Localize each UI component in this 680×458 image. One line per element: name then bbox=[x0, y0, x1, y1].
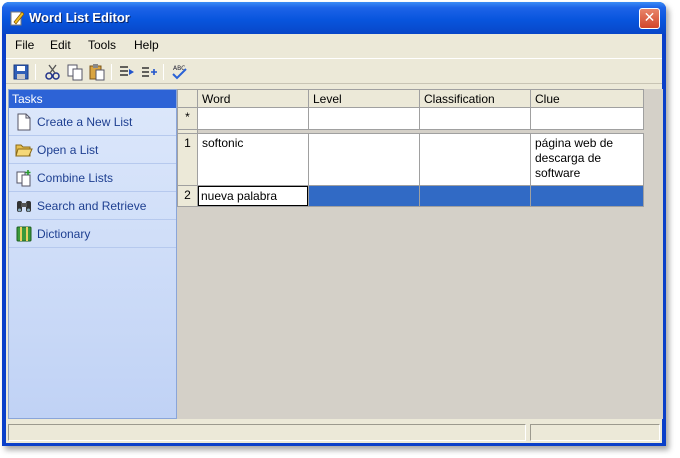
task-label: Create a New List bbox=[37, 115, 133, 129]
word-grid-area: Word Level Classification Clue * 1 softo… bbox=[177, 89, 663, 419]
task-search-and-retrieve[interactable]: Search and Retrieve bbox=[9, 192, 176, 220]
menu-file[interactable]: File bbox=[15, 38, 34, 52]
grid-cell[interactable] bbox=[308, 107, 420, 130]
insert-row-icon[interactable] bbox=[140, 63, 158, 81]
task-label: Search and Retrieve bbox=[37, 199, 147, 213]
column-header-classification[interactable]: Classification bbox=[419, 89, 531, 108]
task-dictionary[interactable]: Dictionary bbox=[9, 220, 176, 248]
cell-clue[interactable] bbox=[530, 185, 644, 207]
column-header-level[interactable]: Level bbox=[308, 89, 420, 108]
combine-icon bbox=[16, 170, 31, 187]
toolbar-separator bbox=[111, 64, 112, 80]
status-pane-main bbox=[8, 424, 526, 441]
cell-classification[interactable] bbox=[419, 185, 531, 207]
grid-cell[interactable] bbox=[197, 107, 309, 130]
cell-editor-input[interactable]: nueva palabra bbox=[198, 186, 308, 206]
close-icon: ✕ bbox=[643, 10, 656, 26]
menu-edit[interactable]: Edit bbox=[50, 38, 71, 52]
cell-classification[interactable] bbox=[419, 133, 531, 186]
column-header-clue[interactable]: Clue bbox=[530, 89, 644, 108]
cell-level[interactable] bbox=[308, 185, 420, 207]
column-header-word[interactable]: Word bbox=[197, 89, 309, 108]
tasks-panel: Tasks Create a New List Open a List Comb… bbox=[8, 89, 177, 419]
cell-clue[interactable]: página web de descarga de software bbox=[530, 133, 644, 186]
window-title: Word List Editor bbox=[29, 10, 130, 25]
task-label: Open a List bbox=[37, 143, 99, 157]
save-icon[interactable] bbox=[12, 63, 30, 81]
app-pencil-icon bbox=[10, 11, 24, 26]
table-row-selected: 2 nueva palabra bbox=[177, 185, 644, 207]
open-folder-icon bbox=[15, 144, 33, 157]
toolbar-separator bbox=[35, 64, 36, 80]
paste-icon[interactable] bbox=[88, 63, 106, 81]
task-label: Combine Lists bbox=[37, 171, 114, 185]
task-open-list[interactable]: Open a List bbox=[9, 136, 176, 164]
move-right-icon[interactable] bbox=[118, 63, 136, 81]
cell-word[interactable]: nueva palabra bbox=[197, 185, 309, 207]
tasks-header: Tasks bbox=[9, 90, 176, 108]
toolbar-separator bbox=[163, 64, 164, 80]
grid-cell[interactable] bbox=[530, 107, 644, 130]
cell-level[interactable] bbox=[308, 133, 420, 186]
status-bar bbox=[6, 421, 662, 443]
book-icon bbox=[16, 226, 32, 242]
task-label: Dictionary bbox=[37, 227, 91, 241]
header-row: Word Level Classification Clue bbox=[177, 89, 644, 108]
menu-bar: File Edit Tools Help bbox=[6, 34, 662, 56]
cell-word[interactable]: softonic bbox=[197, 133, 309, 186]
word-grid: Word Level Classification Clue * 1 softo… bbox=[177, 89, 644, 207]
title-bar[interactable]: Word List Editor ✕ bbox=[2, 2, 666, 34]
window-client: File Edit Tools Help ABC Tasks Create a … bbox=[6, 34, 663, 443]
new-document-icon bbox=[17, 113, 31, 131]
close-button[interactable]: ✕ bbox=[639, 8, 660, 29]
row-number[interactable]: 2 bbox=[177, 185, 198, 207]
new-row-marker[interactable]: * bbox=[177, 107, 198, 130]
menu-help[interactable]: Help bbox=[134, 38, 159, 52]
copy-icon[interactable] bbox=[66, 63, 84, 81]
task-combine-lists[interactable]: Combine Lists bbox=[9, 164, 176, 192]
spellcheck-icon[interactable]: ABC bbox=[170, 63, 188, 81]
grid-cell[interactable] bbox=[419, 107, 531, 130]
app-window: Word List Editor ✕ File Edit Tools Help bbox=[2, 2, 666, 446]
table-row: 1 softonic página web de descarga de sof… bbox=[177, 133, 644, 186]
task-create-new-list[interactable]: Create a New List bbox=[9, 108, 176, 136]
row-number[interactable]: 1 bbox=[177, 133, 198, 186]
new-row: * bbox=[177, 107, 644, 130]
toolbar: ABC bbox=[6, 58, 662, 84]
menu-tools[interactable]: Tools bbox=[88, 38, 116, 52]
binoculars-icon bbox=[17, 201, 31, 212]
cut-icon[interactable] bbox=[44, 63, 62, 81]
status-pane-secondary bbox=[530, 424, 660, 441]
grid-corner[interactable] bbox=[177, 89, 198, 108]
